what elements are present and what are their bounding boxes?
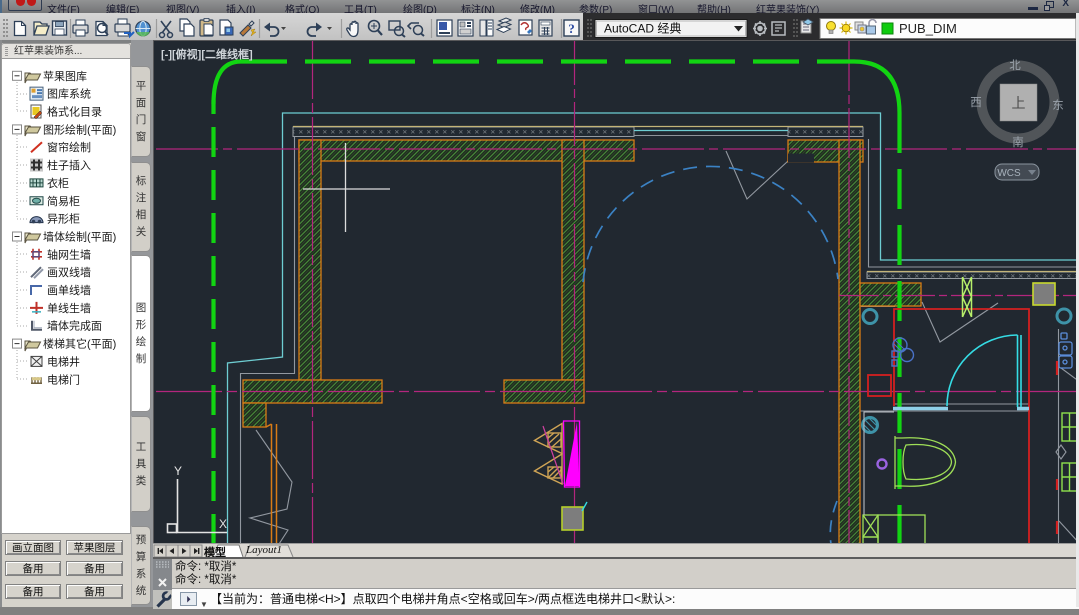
svg-text:X: X (219, 517, 227, 531)
svg-text:AutoCAD 经典: AutoCAD 经典 (604, 22, 681, 36)
svg-text:上: 上 (1012, 95, 1026, 111)
svg-text:画单线墙: 画单线墙 (47, 283, 91, 297)
svg-text:Y: Y (174, 464, 182, 478)
svg-text:单线生墙: 单线生墙 (47, 301, 91, 315)
svg-text:墙体完成面: 墙体完成面 (47, 319, 102, 333)
svg-text:格式化目录: 格式化目录 (47, 105, 102, 119)
svg-text:西: 西 (970, 97, 982, 109)
svg-text:柱子插入: 柱子插入 (47, 158, 91, 172)
svg-text:[-][俯视][二维线框]: [-][俯视][二维线框] (161, 47, 253, 61)
svg-text:电梯井: 电梯井 (47, 354, 80, 368)
svg-text:墙体绘制(平面): 墙体绘制(平面) (43, 230, 116, 244)
svg-text:东: 东 (1052, 99, 1064, 112)
svg-text:图库系统: 图库系统 (47, 88, 91, 101)
svg-text:异形柜: 异形柜 (47, 213, 80, 226)
svg-text:电梯门: 电梯门 (47, 372, 80, 386)
svg-text:图形绘制(平面): 图形绘制(平面) (43, 122, 116, 136)
svg-text:苹果图库: 苹果图库 (43, 69, 87, 83)
svg-text:轴网生墙: 轴网生墙 (47, 247, 91, 261)
svg-text:楼梯其它(平面): 楼梯其它(平面) (43, 337, 116, 351)
svg-text:窗帘绘制: 窗帘绘制 (47, 140, 91, 154)
svg-text:?: ? (568, 21, 575, 36)
svg-text:画双线墙: 画双线墙 (47, 265, 91, 279)
svg-text:WCS: WCS (997, 168, 1021, 179)
svg-text:衣柜: 衣柜 (47, 176, 69, 190)
svg-text:南: 南 (1012, 135, 1024, 149)
svg-text:北: 北 (1009, 59, 1021, 72)
svg-text:PUB_DIM: PUB_DIM (899, 21, 957, 36)
svg-text:简易柜: 简易柜 (47, 194, 80, 208)
